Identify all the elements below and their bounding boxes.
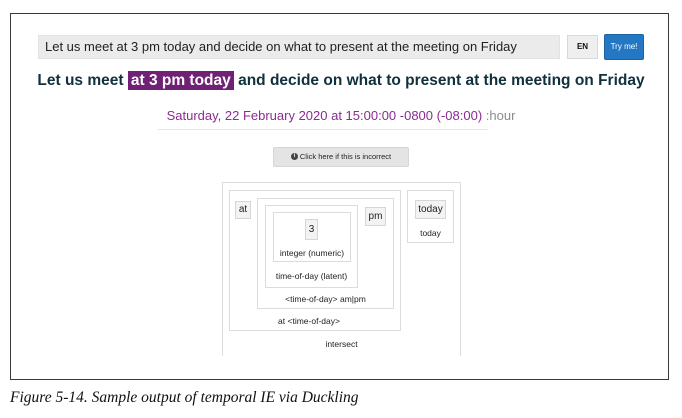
- label-today: today: [420, 228, 441, 238]
- datetime-value: Saturday, 22 February 2020 at 15:00:00 -…: [166, 108, 483, 123]
- label-at-time: at <time-of-day>: [278, 316, 340, 326]
- token-at: at: [235, 201, 251, 219]
- highlighted-sentence: Let us meet at 3 pm today and decide on …: [0, 71, 682, 90]
- token-today: today: [415, 200, 446, 219]
- sentence-before: Let us meet: [37, 72, 128, 89]
- label-integer: integer (numeric): [279, 248, 345, 258]
- language-button[interactable]: EN: [567, 35, 598, 59]
- try-me-button[interactable]: Try me!: [604, 34, 644, 60]
- info-circle-icon: i: [290, 152, 298, 160]
- sentence-after: and decide on what to present at the mee…: [233, 72, 645, 89]
- label-intersect: intersect: [325, 339, 358, 349]
- label-ampm: <time-of-day> am|pm: [285, 294, 366, 304]
- label-time-latent: time-of-day (latent): [275, 271, 348, 281]
- resolved-datetime: Saturday, 22 February 2020 at 15:00:00 -…: [0, 108, 682, 123]
- report-incorrect-button[interactable]: i Click here if this is incorrect: [273, 147, 409, 167]
- report-incorrect-label: Click here if this is incorrect: [299, 152, 392, 161]
- figure-caption: Figure 5-14. Sample output of temporal I…: [10, 389, 359, 406]
- grain-label: :hour: [485, 108, 516, 123]
- divider: [158, 129, 488, 130]
- token-pm: pm: [365, 207, 386, 226]
- token-three: 3: [305, 219, 318, 240]
- sentence-input[interactable]: Let us meet at 3 pm today and decide on …: [38, 35, 560, 59]
- time-expression-highlight: at 3 pm today: [127, 71, 234, 90]
